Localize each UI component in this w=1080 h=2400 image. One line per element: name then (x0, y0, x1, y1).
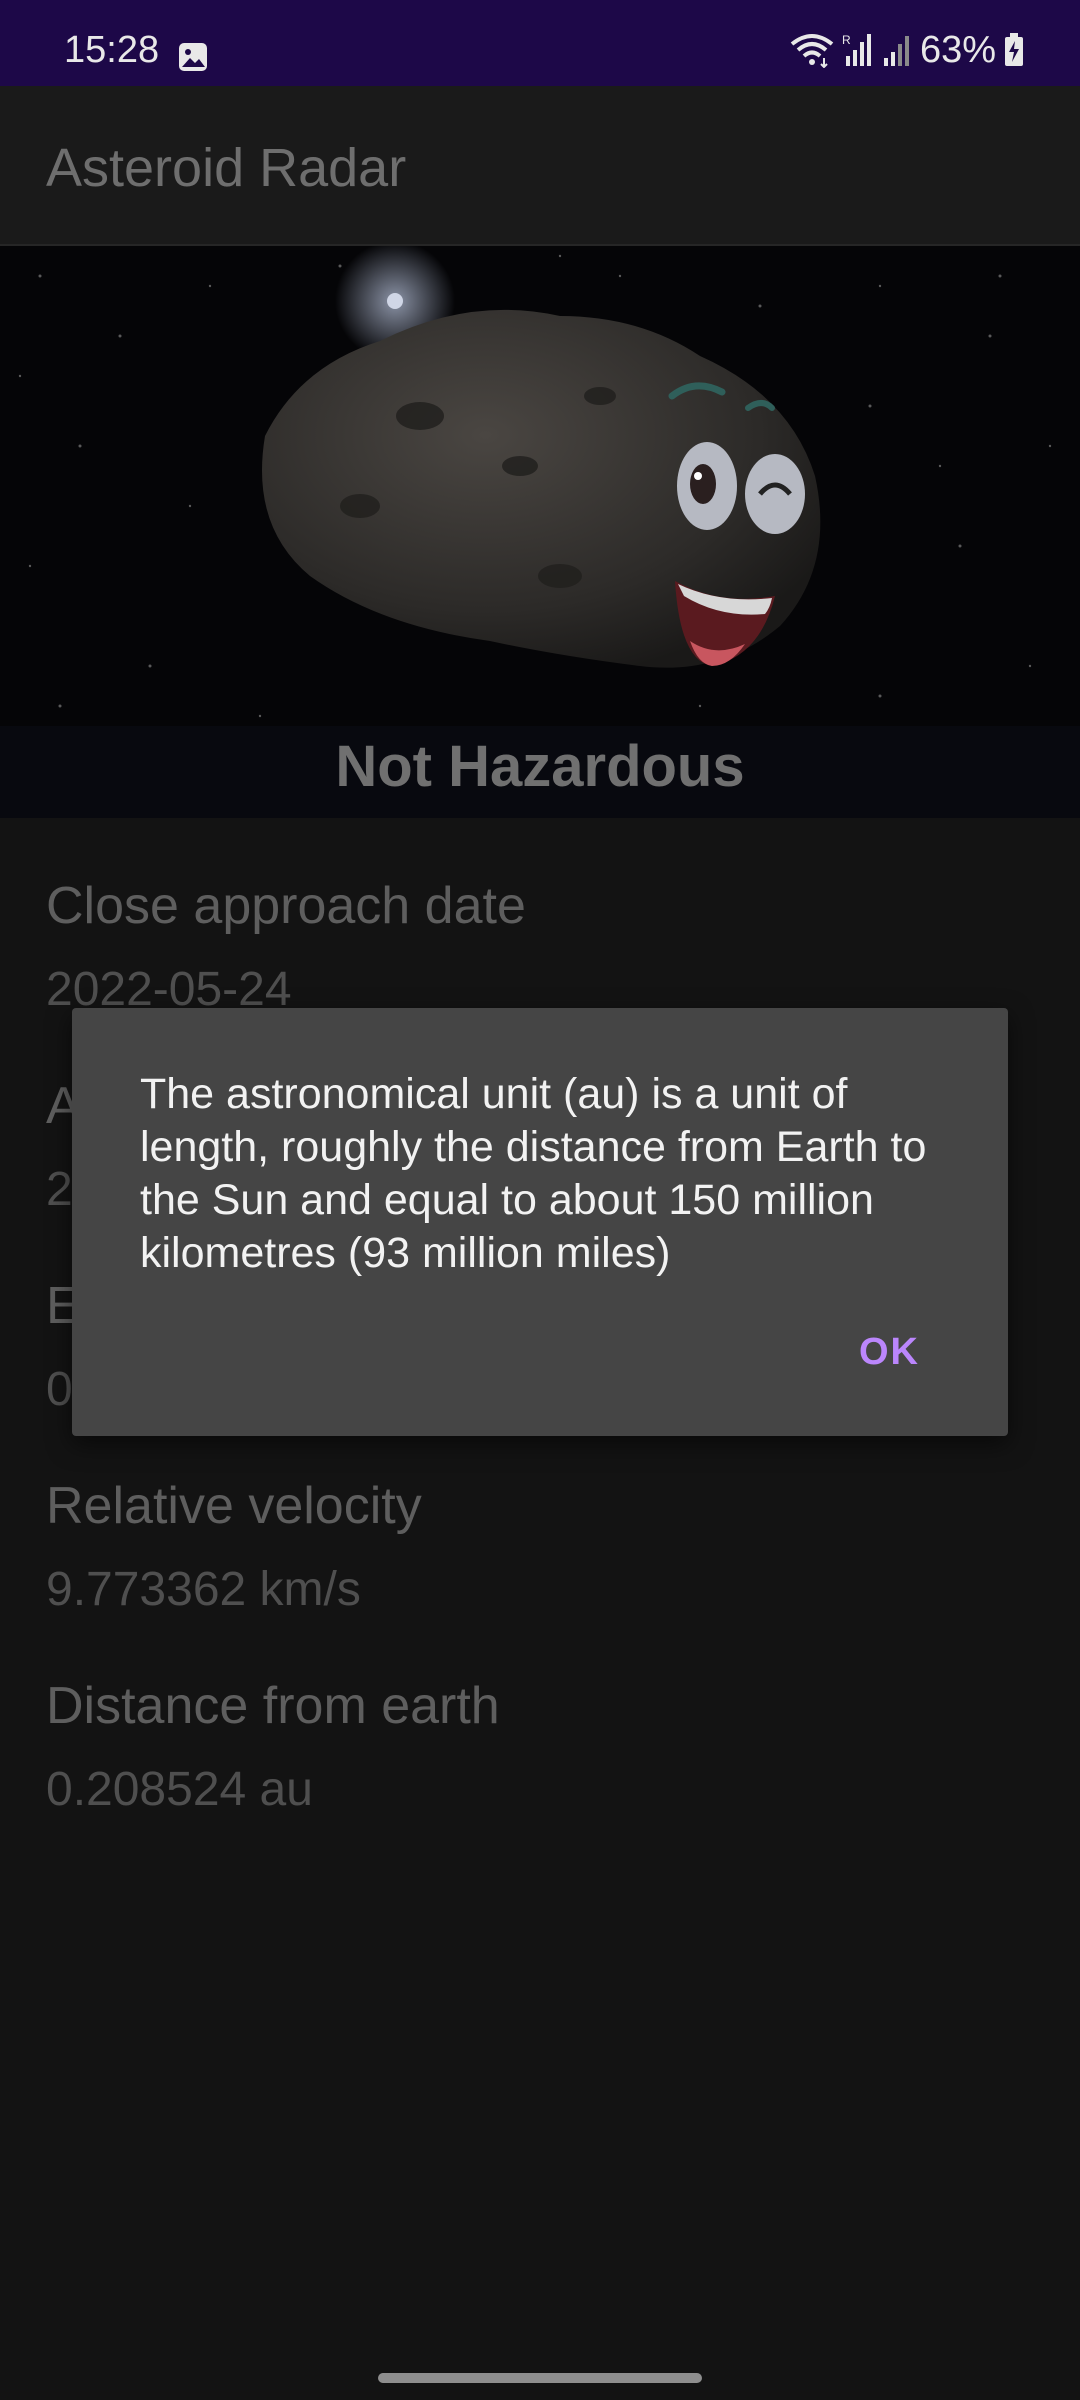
status-bar: 15:28 R 63% (0, 0, 1080, 86)
battery-charging-icon (1005, 33, 1023, 66)
signal-r-icon: R (842, 33, 871, 66)
au-explanation-dialog: The astronomical unit (au) is a unit of … (72, 1008, 1008, 1436)
signal-icon (883, 36, 909, 66)
svg-text:R: R (842, 33, 851, 47)
estimated-diameter-value: 0 (46, 1363, 73, 1416)
absolute-magnitude-value: 2 (46, 1163, 73, 1216)
relative-velocity-value: 9.773362 km/s (46, 1563, 361, 1616)
ok-button[interactable]: OK (859, 1330, 920, 1374)
app-title: Asteroid Radar (46, 138, 407, 198)
close-approach-date-label: Close approach date (46, 877, 526, 935)
hazard-status-text: Not Hazardous (335, 734, 745, 799)
app-bar: Asteroid Radar (0, 86, 1080, 246)
gallery-icon (179, 43, 207, 71)
relative-velocity-label: Relative velocity (46, 1477, 422, 1535)
status-icons: R 63% (790, 30, 1024, 70)
wifi-icon (790, 34, 834, 68)
distance-from-earth-label: Distance from earth (46, 1677, 500, 1735)
hero-image: Not Hazardous (0, 246, 1080, 818)
screen: 15:28 R 63% Asteroid Radar Not Hazardous… (0, 0, 1080, 2400)
gesture-nav-handle[interactable] (378, 2373, 702, 2383)
battery-percent: 63% (919, 29, 996, 71)
dialog-message: The astronomical unit (au) is a unit of … (140, 1070, 927, 1277)
distance-from-earth-value: 0.208524 au (46, 1763, 313, 1816)
status-time: 15:28 (64, 29, 160, 71)
